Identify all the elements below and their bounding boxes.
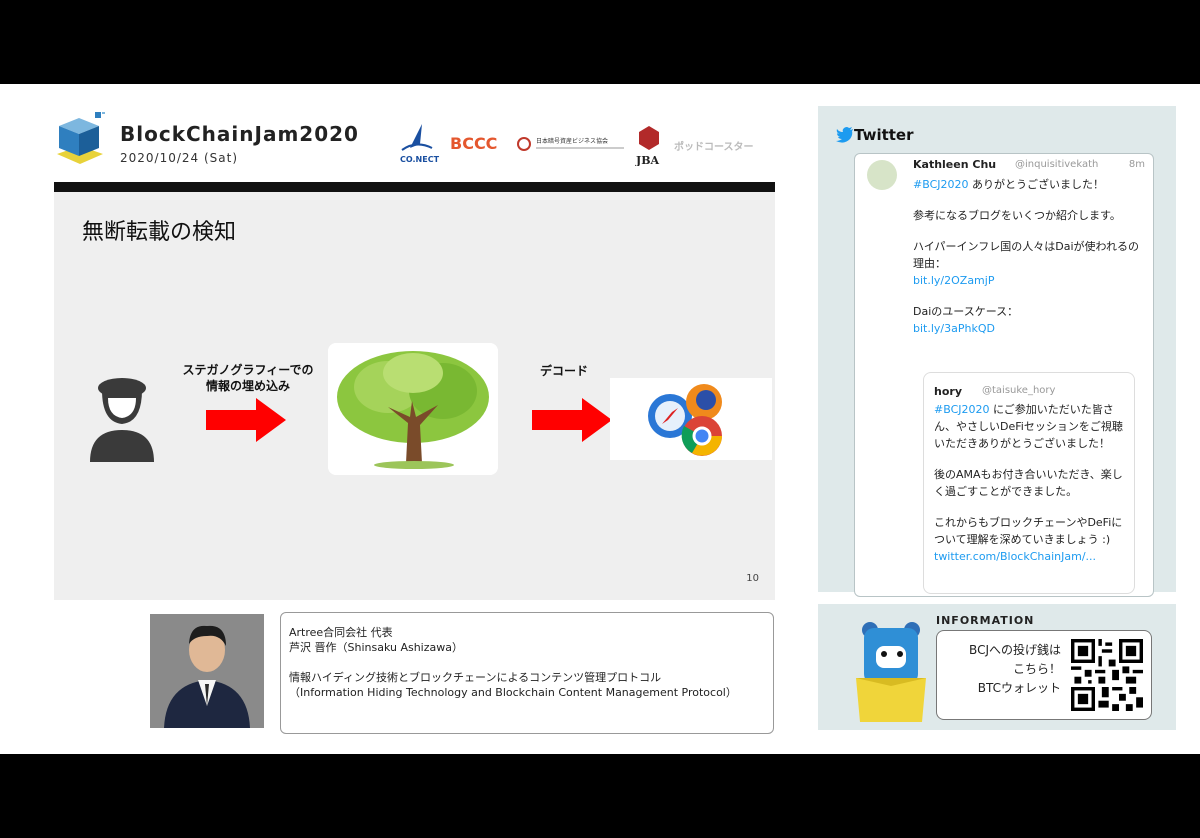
arrow-right-icon [206,398,286,442]
quote-handle[interactable]: @taisuke_hory [982,385,1055,396]
svg-text:JBA: JBA [635,154,660,166]
svg-text:日本暗号資産ビジネス協会: 日本暗号資産ビジネス協会 [536,137,608,145]
information-panel: INFORMATION BCJへの投げ銭は こちら！ BTCウォレット [818,604,1176,730]
embedding-step-label: ステガノグラフィーでの 情報の埋め込み [182,363,314,393]
tree-image [328,343,498,475]
twitter-bird-icon [836,127,853,143]
speaker-portrait-icon [150,614,264,728]
bear-mascot-icon [856,622,926,722]
conect-logo-icon: CO.NECT [400,124,440,164]
header-divider [54,182,775,192]
sponsor-logos: CO.NECT BCCC 日本暗号資産ビジネス協会 JBA ポッドコースター [400,124,754,166]
svg-text:ポッドコースター: ポッドコースター [674,140,754,153]
speaker-company: Artree合同会社 代表 [289,626,393,639]
svg-text:BCCC: BCCC [450,134,497,153]
event-title: BlockChainJam2020 [120,122,359,146]
hashtag-link[interactable]: #BCJ2020 [934,403,990,416]
jcba-logo-icon: 日本暗号資産ビジネス協会 [517,137,624,151]
tweet-time: 8m [1128,159,1145,170]
svg-text:CO.NECT: CO.NECT [400,155,440,164]
tweet-link-1[interactable]: bit.ly/2OZamjP [913,272,1145,289]
person-icon [90,378,154,462]
information-heading: INFORMATION [936,614,1035,627]
talk-title-en: （Information Hiding Technology and Block… [289,686,737,699]
blockchainjam-logo-icon [57,112,105,164]
hashtag-link[interactable]: #BCJ2020 [913,178,969,191]
speaker-name: 芦沢 晋作（Shinsaku Ashizawa） [289,641,463,654]
quote-link[interactable]: twitter.com/BlockChainJam/... [934,548,1130,565]
quote-text: #BCJ2020 にご参加いただいた皆さん、やさしいDeFiセッションをご視聴い… [934,401,1130,565]
event-date: 2020/10/24 (Sat) [120,151,239,165]
tweet-author[interactable]: Kathleen Chu [913,158,996,171]
quoted-tweet[interactable]: hory @taisuke_hory #BCJ2020 にご参加いただいた皆さん… [923,372,1135,594]
twitter-heading: Twitter [854,126,914,144]
tweet-card[interactable]: Kathleen Chu @inquisitivekath 8m #BCJ202… [854,153,1154,597]
tweet-handle[interactable]: @inquisitivekath [1015,159,1098,170]
avatar[interactable] [867,160,897,190]
jba-logo-icon: JBA [635,126,660,166]
tip-text: BCJへの投げ銭は こちら！ BTCウォレット [969,643,1061,695]
btc-wallet-qr-code[interactable] [1071,639,1143,711]
slide-title: 無断転載の検知 [82,220,237,245]
speaker-info-box: Artree合同会社 代表 芦沢 晋作（Shinsaku Ashizawa） 情… [280,612,774,734]
speaker-photo [150,614,264,728]
presentation-slide: 無断転載の検知 ステガノグラフィーでの 情報の埋め込み デコード 10 [54,192,775,600]
talk-title-ja: 情報ハイディング技術とブロックチェーンによるコンテンツ管理プロトコル [289,671,662,684]
bccc-logo-icon: BCCC [450,134,497,153]
quote-author[interactable]: hory [934,385,962,398]
slide-page-number: 10 [746,573,759,584]
decode-step-label: デコード [539,364,588,378]
twitter-panel: Twitter Kathleen Chu @inquisitivekath 8m… [818,106,1176,597]
tweet-link-2[interactable]: bit.ly/3aPhkQD [913,320,1145,337]
browser-logos-image [610,378,772,460]
podcoaster-logo-icon: ポッドコースター [674,140,754,153]
tweet-text: #BCJ2020 ありがとうございました！ 参考になるブログをいくつか紹介します… [913,176,1145,337]
tip-info-box: BCJへの投げ銭は こちら！ BTCウォレット [936,630,1152,720]
arrow-right-icon [532,398,612,442]
